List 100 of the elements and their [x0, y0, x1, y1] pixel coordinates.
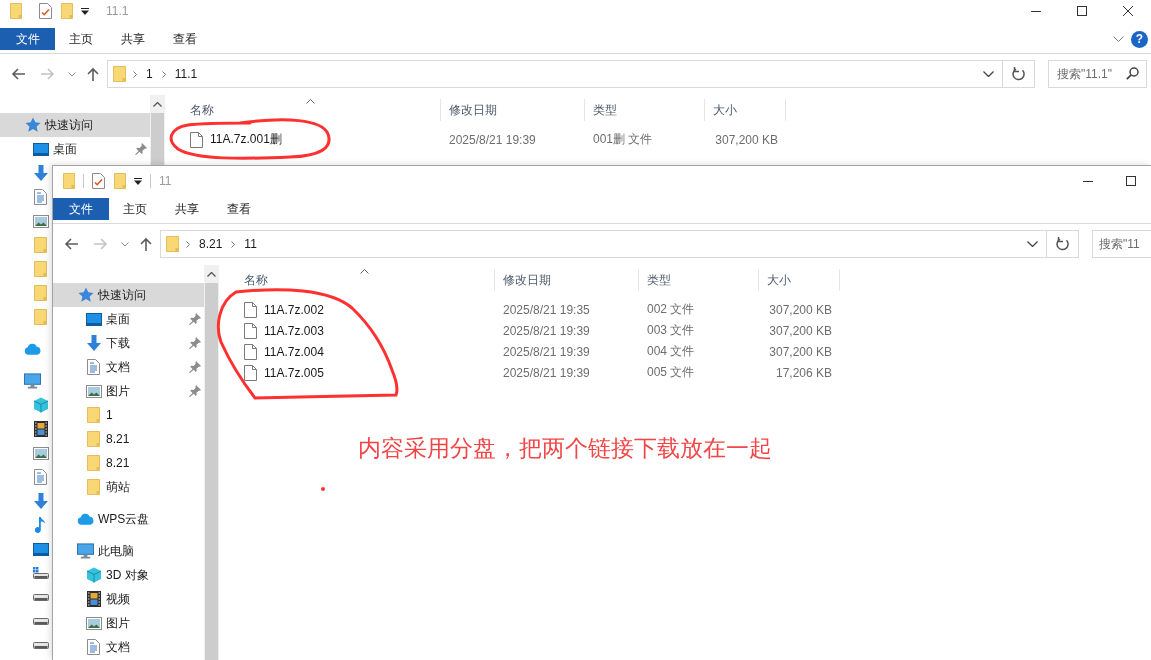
search-field[interactable]: 搜索"11 [1092, 230, 1151, 258]
close-icon [1123, 6, 1133, 16]
sidebar-item[interactable]: 图片 [53, 611, 133, 635]
file-menu-button[interactable]: 文件 [53, 198, 109, 220]
sidebar-item[interactable]: 8.21 [53, 451, 204, 475]
right-arrow-icon [41, 68, 55, 80]
up-arrow-icon [140, 237, 152, 251]
folder-icon [166, 236, 179, 252]
column-header[interactable]: 名称 [165, 99, 441, 121]
folder-icon [87, 455, 100, 471]
sidebar-item[interactable]: 下载 [53, 331, 204, 355]
computer-icon [77, 543, 94, 559]
ribbon-tab[interactable]: 主页 [55, 28, 107, 50]
address-bar[interactable]: 8.21 11 [160, 230, 1047, 258]
annotation-dot [321, 487, 325, 491]
folder-icon[interactable] [10, 3, 22, 19]
scrollbar[interactable] [150, 95, 165, 165]
checked-document-icon[interactable] [92, 173, 105, 189]
ribbon-tab[interactable]: 查看 [159, 28, 211, 50]
refresh-button[interactable] [1003, 60, 1035, 88]
picture-icon [85, 384, 102, 398]
modified-date: 2025/8/21 19:35 [503, 302, 590, 317]
file-name[interactable]: 11A.7z.005 [264, 365, 324, 380]
dropdown-icon[interactable] [134, 177, 142, 185]
document-icon [87, 359, 100, 375]
annotation-text: 内容采用分盘，把两个链接下载放在一起 [358, 434, 772, 463]
left-arrow-icon [11, 68, 25, 80]
file-menu-button[interactable]: 文件 [0, 28, 55, 50]
maximize-icon [1077, 6, 1087, 16]
column-header[interactable]: 修改日期 [495, 269, 639, 291]
refresh-icon [1011, 67, 1026, 81]
picture-icon [85, 616, 102, 630]
folder-icon[interactable] [114, 173, 126, 189]
file-name[interactable]: 11A.7z.001删 [210, 131, 282, 148]
search-field[interactable]: 搜索"11.1" [1048, 60, 1147, 88]
pin-icon [189, 337, 201, 349]
scrollbar-thumb[interactable] [205, 283, 218, 660]
sidebar-item[interactable]: 快速访问 [53, 283, 204, 307]
chevron-right-icon [133, 70, 137, 78]
sidebar-item[interactable]: 快速访问 [0, 113, 150, 137]
cube-icon [85, 567, 102, 583]
ribbon-tab[interactable]: 共享 [107, 28, 159, 50]
ribbon-tab[interactable]: 查看 [213, 198, 265, 220]
modified-date: 2025/8/21 19:39 [503, 344, 590, 359]
folder-icon[interactable] [63, 173, 75, 189]
column-header[interactable]: 大小 [759, 269, 840, 291]
file-type: 001删 文件 [593, 131, 653, 148]
star-icon [24, 117, 41, 133]
file-icon [244, 301, 257, 318]
sidebar-item[interactable]: 此电脑 [53, 539, 137, 563]
scrollbar[interactable] [204, 265, 219, 660]
chevron-right-icon [186, 240, 190, 248]
sidebar-item[interactable]: 视频 [53, 587, 133, 611]
modified-date: 2025/8/21 19:39 [503, 365, 590, 380]
chevron-down-icon [982, 71, 994, 77]
file-type: 004 文件 [647, 343, 695, 360]
file-icon [244, 364, 257, 381]
breadcrumb[interactable]: 11 [242, 237, 259, 251]
column-header[interactable]: 大小 [705, 99, 786, 121]
column-header[interactable]: 类型 [585, 99, 705, 121]
sidebar-item[interactable]: 图片 [53, 379, 204, 403]
file-name[interactable]: 11A.7z.003 [264, 323, 324, 338]
sidebar-item[interactable]: 文档 [53, 635, 133, 659]
ribbon-tab[interactable]: 共享 [161, 198, 213, 220]
address-bar[interactable]: 1 11.1 [107, 60, 1003, 88]
file-size: 307,200 KB [769, 323, 832, 338]
file-name[interactable]: 11A.7z.004 [264, 344, 324, 359]
breadcrumb[interactable]: 11.1 [172, 67, 200, 81]
scrollbar-thumb[interactable] [151, 113, 164, 165]
file-name[interactable]: 11A.7z.002 [264, 302, 324, 317]
folder-icon[interactable] [61, 3, 73, 19]
column-header[interactable]: 名称 [219, 269, 495, 291]
sidebar-item[interactable]: 1 [53, 403, 204, 427]
sidebar-item[interactable]: WPS云盘 [53, 507, 153, 531]
column-header[interactable]: 修改日期 [441, 99, 585, 121]
sidebar-item[interactable]: 桌面 [53, 307, 204, 331]
help-button[interactable]: ? [1131, 30, 1148, 48]
breadcrumb[interactable]: 1 [144, 67, 155, 81]
column-header[interactable]: 类型 [639, 269, 759, 291]
file-size: 307,200 KB [769, 344, 832, 359]
checked-document-icon[interactable] [39, 3, 52, 19]
chevron-down-icon [1026, 241, 1038, 247]
sidebar-item[interactable]: 8.21 [53, 427, 204, 451]
sidebar-item[interactable]: 萌站 [53, 475, 204, 499]
sidebar-item[interactable]: 桌面 [0, 137, 150, 161]
refresh-button[interactable] [1047, 230, 1079, 258]
file-icon [190, 131, 203, 148]
sidebar-item[interactable]: 文档 [53, 355, 204, 379]
breadcrumb[interactable]: 8.21 [197, 237, 225, 251]
sort-ascending-icon [305, 99, 315, 104]
ribbon-tab[interactable]: 主页 [109, 198, 161, 220]
desktop-icon [32, 142, 49, 156]
refresh-icon [1055, 237, 1070, 251]
document-icon [87, 639, 100, 655]
folder-icon [113, 66, 126, 82]
film-icon [86, 591, 101, 607]
file-icon [244, 343, 257, 360]
caret-up-icon [207, 271, 216, 277]
sidebar-item[interactable]: 3D 对象 [53, 563, 152, 587]
dropdown-icon[interactable] [81, 7, 89, 15]
